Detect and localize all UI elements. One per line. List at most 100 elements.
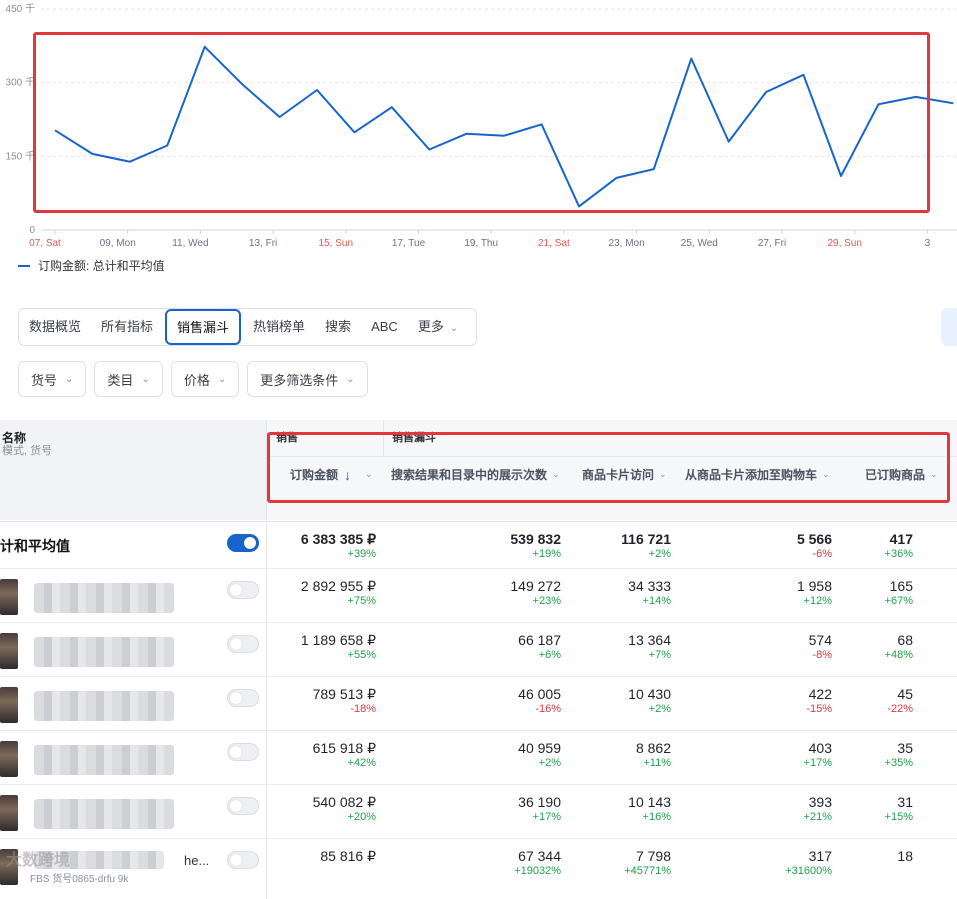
cell-value: 789 513 ₽ — [312, 686, 376, 702]
product-thumbnail — [0, 687, 18, 723]
filter-dropdown-0[interactable]: 货号 ⌄ — [18, 361, 87, 397]
table-row[interactable]: 2 892 955 ₽ +75% 149 272 +23% 34 333 +14% 1 95… — [0, 568, 957, 623]
col-header-label: 已订购商品 — [865, 468, 926, 482]
tab-4[interactable]: 搜索 — [315, 308, 361, 346]
cell-value: 40 959 — [518, 740, 561, 756]
x-tick-label: 19, Thu — [464, 238, 498, 249]
cell-value: 5 566 — [796, 531, 832, 547]
toggle-knob — [230, 746, 242, 758]
toggle-knob — [230, 584, 242, 596]
tab-2[interactable]: 销售漏斗 — [165, 309, 242, 345]
col-header-ordered-items[interactable]: 已订购商品 ⌄ — [865, 466, 938, 483]
cell-value: 539 832 — [510, 531, 561, 547]
x-tick-label: 17, Tue — [392, 238, 426, 249]
x-tick-label: 07, Sat — [29, 238, 61, 249]
col-header-add-to-cart[interactable]: 从商品卡片添加至购物车 ⌄ — [685, 466, 830, 483]
toggle-knob — [230, 854, 242, 866]
table-row[interactable]: 615 918 ₽ +42% 40 959 +2% 8 862 +11% 403 +17% 35… — [0, 730, 957, 785]
cell-change: -22% — [887, 703, 913, 715]
row-toggle[interactable] — [227, 534, 259, 552]
cell-change: +12% — [803, 595, 832, 607]
tab-label: ABC — [371, 319, 398, 334]
sales-line-chart: 0 150 千 300 千 450 千 07, Sat 09, Mon 11, Wed 13,… — [0, 0, 957, 280]
cell-change: +2% — [648, 703, 671, 715]
col-header-label: 从商品卡片添加至购物车 — [685, 468, 818, 482]
toggle-knob — [230, 800, 242, 812]
name-cell — [0, 677, 267, 731]
row-toggle[interactable] — [227, 581, 259, 599]
cell-change: -18% — [350, 703, 376, 715]
cell-change: -16% — [535, 703, 561, 715]
col-header-impressions[interactable]: 搜索结果和目录中的展示次数 ⌄ — [391, 466, 560, 483]
table-row[interactable]: 1 189 658 ₽ +55% 66 187 +6% 13 364 +7% 574 -8% 6… — [0, 622, 957, 677]
group-label-funnel: 销售漏斗 — [392, 432, 436, 444]
chevron-down-icon: ⌄ — [822, 469, 830, 479]
cell-change: +17% — [532, 811, 561, 823]
chevron-down-icon: ⌄ — [65, 373, 74, 385]
name-header-sublabel: 模式, 货号 — [2, 445, 53, 457]
x-tick-label: 11, Wed — [172, 238, 208, 249]
chart-legend[interactable]: 订购金额: 总计和平均值 — [18, 257, 165, 274]
tab-6[interactable]: 更多 ⌄ — [408, 308, 468, 346]
report-tabs: 数据概览 所有指标 销售漏斗 热销榜单 搜索 ABC 更多 ⌄ — [18, 308, 478, 346]
chart-svg: 0 150 千 300 千 450 千 07, Sat 09, Mon 11, Wed 13,… — [6, 3, 957, 249]
y-tick-label: 150 千 — [6, 150, 35, 162]
col-header-label: 订购金额 — [290, 468, 339, 482]
name-column-header[interactable]: 名称 模式, 货号 — [0, 420, 267, 520]
cell-change: +67% — [884, 595, 913, 607]
name-cell — [0, 731, 267, 785]
cell-change: +20% — [347, 811, 376, 823]
header-divider — [266, 456, 956, 457]
cell-value: 10 430 — [628, 686, 671, 702]
cell-value: 574 — [808, 632, 832, 648]
row-toggle[interactable] — [227, 743, 259, 761]
table-row[interactable]: 540 082 ₽ +20% 36 190 +17% 10 143 +16% 393 +21%… — [0, 784, 957, 839]
x-tick-label: 21, Sat — [538, 238, 570, 249]
tab-label: 更多 — [417, 319, 444, 334]
filter-dropdown-1[interactable]: 类目 ⌄ — [94, 361, 163, 397]
col-header-label: 搜索结果和目录中的展示次数 — [391, 468, 548, 482]
product-thumbnail — [0, 633, 18, 669]
cell-value: 540 082 ₽ — [312, 794, 376, 810]
total-row[interactable]: 计和平均值 6 383 385 ₽ +39% 539 832 +19% 116 721 +2… — [0, 521, 957, 569]
row-toggle[interactable] — [227, 797, 259, 815]
col-header-order-amount[interactable]: 订购金额 ↓ ⌄ — [290, 466, 373, 483]
toggle-knob — [244, 537, 256, 549]
total-label: 计和平均值 — [0, 538, 70, 554]
row-toggle[interactable] — [227, 851, 259, 869]
group-label-sales: 销售 — [276, 432, 298, 444]
col-header-card-visits[interactable]: 商品卡片访问 ⌄ — [582, 466, 667, 483]
row-toggle[interactable] — [227, 689, 259, 707]
table-row[interactable]: he... FBS 货号0865-drfu 9k 85 816 ₽ 67 344 +19… — [0, 838, 957, 899]
tab-0[interactable]: 数据概览 — [19, 308, 91, 346]
cell-change: +21% — [803, 811, 832, 823]
group-divider — [383, 420, 384, 456]
cell-change: +55% — [347, 649, 376, 661]
tab-3[interactable]: 热销榜单 — [243, 308, 315, 346]
cell-value: 6 383 385 ₽ — [300, 531, 376, 547]
cell-change: +75% — [347, 595, 376, 607]
x-tick-label: 15, Sun — [319, 238, 353, 249]
chevron-down-icon: ⌄ — [449, 323, 459, 334]
cell-value: 31 — [897, 794, 913, 810]
cell-change: +19032% — [514, 865, 561, 877]
blurred-product-name — [34, 745, 174, 775]
tab-label: 所有指标 — [101, 319, 154, 334]
row-toggle[interactable] — [227, 635, 259, 653]
tab-1[interactable]: 所有指标 — [91, 308, 163, 346]
cell-change: +48% — [884, 649, 913, 661]
filter-dropdown-3[interactable]: 更多筛选条件 ⌄ — [247, 361, 368, 397]
table-row[interactable]: 789 513 ₽ -18% 46 005 -16% 10 430 +2% 422 -15% 4… — [0, 676, 957, 731]
cell-change: +35% — [884, 757, 913, 769]
chevron-down-icon: ⌄ — [141, 373, 150, 385]
action-pill[interactable] — [941, 308, 957, 346]
cell-value: 149 272 — [510, 578, 561, 594]
name-cell — [0, 569, 267, 623]
tab-5[interactable]: ABC — [361, 308, 408, 346]
cell-change: +2% — [648, 548, 671, 560]
cell-value: 393 — [808, 794, 832, 810]
filter-dropdown-2[interactable]: 价格 ⌄ — [170, 361, 240, 397]
cell-change: +16% — [642, 811, 671, 823]
cell-value: 1 189 658 ₽ — [300, 632, 376, 648]
filter-label: 类目 — [107, 372, 134, 388]
